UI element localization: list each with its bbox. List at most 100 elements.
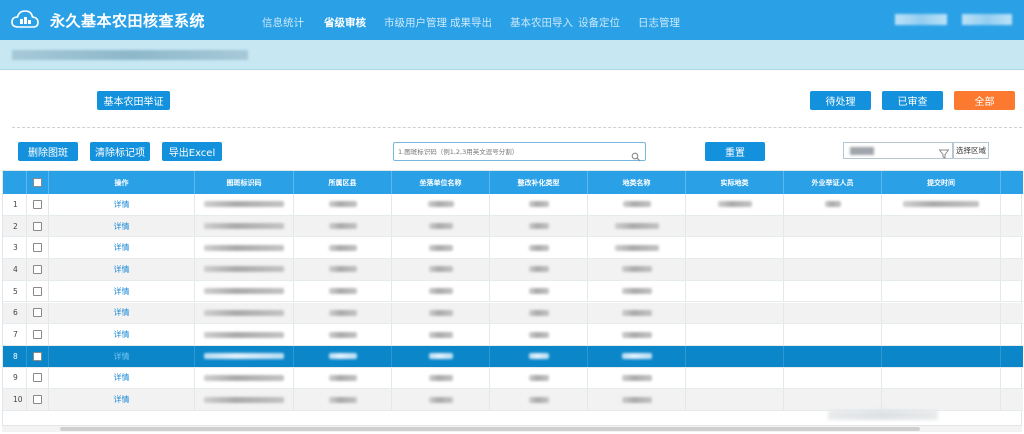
redacted-value	[528, 396, 549, 403]
details-link[interactable]: 详情	[114, 329, 130, 340]
reset-button[interactable]: 重置	[705, 142, 765, 161]
unit-name-cell	[392, 215, 490, 237]
land-type-cell	[588, 237, 686, 259]
export-excel-button[interactable]: 导出Excel	[162, 142, 222, 161]
table-row[interactable]: 3 详情	[3, 237, 1023, 260]
region-select[interactable]	[843, 142, 953, 159]
redacted-value	[717, 201, 752, 208]
user-info-redacted[interactable]	[895, 14, 947, 25]
redacted-value	[621, 309, 652, 316]
land-type-cell	[588, 280, 686, 302]
row-checkbox[interactable]	[33, 308, 42, 318]
nav-item-city-users[interactable]: 市级用户管理	[384, 15, 447, 30]
details-link[interactable]: 详情	[114, 307, 130, 318]
row-number: 10	[3, 389, 27, 410]
region-value-redacted	[850, 147, 874, 155]
redacted-value	[204, 374, 284, 381]
land-type-cell	[588, 324, 686, 345]
district-cell	[294, 194, 392, 215]
row-checkbox[interactable]	[33, 330, 42, 340]
clear-marks-button[interactable]: 清除标记项	[90, 142, 150, 161]
details-link[interactable]: 详情	[114, 242, 130, 253]
table-row[interactable]: 6 详情	[3, 302, 1023, 325]
row-checkbox[interactable]	[33, 243, 42, 253]
row-checkbox[interactable]	[33, 221, 42, 231]
filter-pending-button[interactable]: 待处理	[810, 91, 871, 110]
row-checkbox[interactable]	[33, 373, 42, 383]
submit-time-cell	[882, 345, 1001, 367]
unit-name-cell	[392, 259, 490, 280]
select-all-checkbox[interactable]	[33, 178, 42, 187]
field-staff-cell	[784, 259, 882, 280]
search-icon[interactable]	[631, 147, 641, 162]
nav-item-results-export[interactable]: 成果导出	[450, 15, 492, 30]
header-district[interactable]: 所属区县	[294, 171, 392, 194]
cloud-logo-icon	[8, 5, 42, 35]
spot-code-search-input[interactable]	[398, 145, 623, 158]
details-link[interactable]: 详情	[114, 394, 130, 405]
header-spot-code[interactable]: 图斑标识码	[195, 171, 294, 194]
table-row[interactable]: 9 详情	[3, 367, 1023, 390]
submit-time-cell	[882, 324, 1001, 345]
spot-code-cell	[195, 324, 294, 345]
header-unit-name[interactable]: 坐落单位名称	[392, 171, 490, 194]
actual-land-type-cell	[686, 367, 784, 389]
row-checkbox-cell	[27, 302, 49, 324]
redacted-value	[428, 288, 453, 295]
row-checkbox[interactable]	[33, 264, 42, 274]
nav-item-farmland-import[interactable]: 基本农田导入	[510, 15, 573, 30]
row-checkbox[interactable]	[33, 351, 42, 361]
nav-item-stats[interactable]: 信息统计	[262, 15, 304, 30]
delete-spots-button[interactable]: 删除图斑	[18, 142, 78, 161]
details-link[interactable]: 详情	[114, 264, 130, 275]
row-action-cell: 详情	[49, 345, 195, 367]
select-region-button[interactable]: 选择区域	[953, 142, 989, 159]
rectify-type-cell	[490, 280, 588, 302]
actual-land-type-cell	[686, 194, 784, 215]
table-row[interactable]: 1 详情	[3, 194, 1023, 216]
table-row[interactable]: 5 详情	[3, 280, 1023, 303]
table-row[interactable]: 7 详情	[3, 324, 1023, 346]
details-link[interactable]: 详情	[114, 286, 130, 297]
redacted-value	[204, 201, 284, 208]
nav-item-device-location[interactable]: 设备定位	[578, 15, 620, 30]
nav-item-provincial-review[interactable]: 省级审核	[324, 15, 366, 30]
row-checkbox[interactable]	[33, 286, 42, 296]
farmland-evidence-button[interactable]: 基本农田举证	[97, 91, 170, 110]
field-staff-cell	[784, 237, 882, 259]
nav-item-log-management[interactable]: 日志管理	[638, 15, 680, 30]
table-row[interactable]: 2 详情	[3, 215, 1023, 238]
row-checkbox[interactable]	[33, 199, 42, 209]
header-submit-time[interactable]: 提交时间	[882, 171, 1001, 194]
details-link[interactable]: 详情	[114, 199, 130, 210]
redacted-value	[204, 309, 284, 316]
row-action-cell: 详情	[49, 259, 195, 280]
filter-icon[interactable]	[938, 145, 950, 159]
actual-land-type-cell	[686, 324, 784, 345]
header-actual-land-type[interactable]: 实际地类	[686, 171, 784, 194]
table-row[interactable]: 8 详情	[3, 345, 1023, 368]
details-link[interactable]: 详情	[114, 221, 130, 232]
header-field-staff[interactable]: 外业举证人员	[784, 171, 882, 194]
horizontal-scrollbar[interactable]	[2, 426, 1022, 432]
logout-redacted[interactable]	[962, 14, 1012, 25]
row-action-cell: 详情	[49, 194, 195, 215]
details-link[interactable]: 详情	[114, 372, 130, 383]
redacted-value	[528, 201, 549, 208]
filter-reviewed-button[interactable]: 已审查	[882, 91, 943, 110]
redacted-value	[614, 244, 659, 251]
table-header: 操作 图斑标识码 所属区县 坐落单位名称 整改补化类型 地类名称 实际地类 外业…	[3, 171, 1023, 194]
row-checkbox[interactable]	[33, 395, 42, 405]
table-row[interactable]: 10 详情	[3, 389, 1023, 411]
table-row[interactable]: 4 详情	[3, 259, 1023, 281]
filter-all-button[interactable]: 全部	[954, 91, 1015, 110]
row-action-cell: 详情	[49, 302, 195, 324]
scrollbar-thumb[interactable]	[60, 427, 920, 431]
district-cell	[294, 280, 392, 302]
field-staff-cell	[784, 367, 882, 389]
header-rectify-type[interactable]: 整改补化类型	[490, 171, 588, 194]
rectify-type-cell	[490, 324, 588, 345]
details-link[interactable]: 详情	[114, 351, 130, 362]
header-land-type[interactable]: 地类名称	[588, 171, 686, 194]
land-type-cell	[588, 389, 686, 410]
